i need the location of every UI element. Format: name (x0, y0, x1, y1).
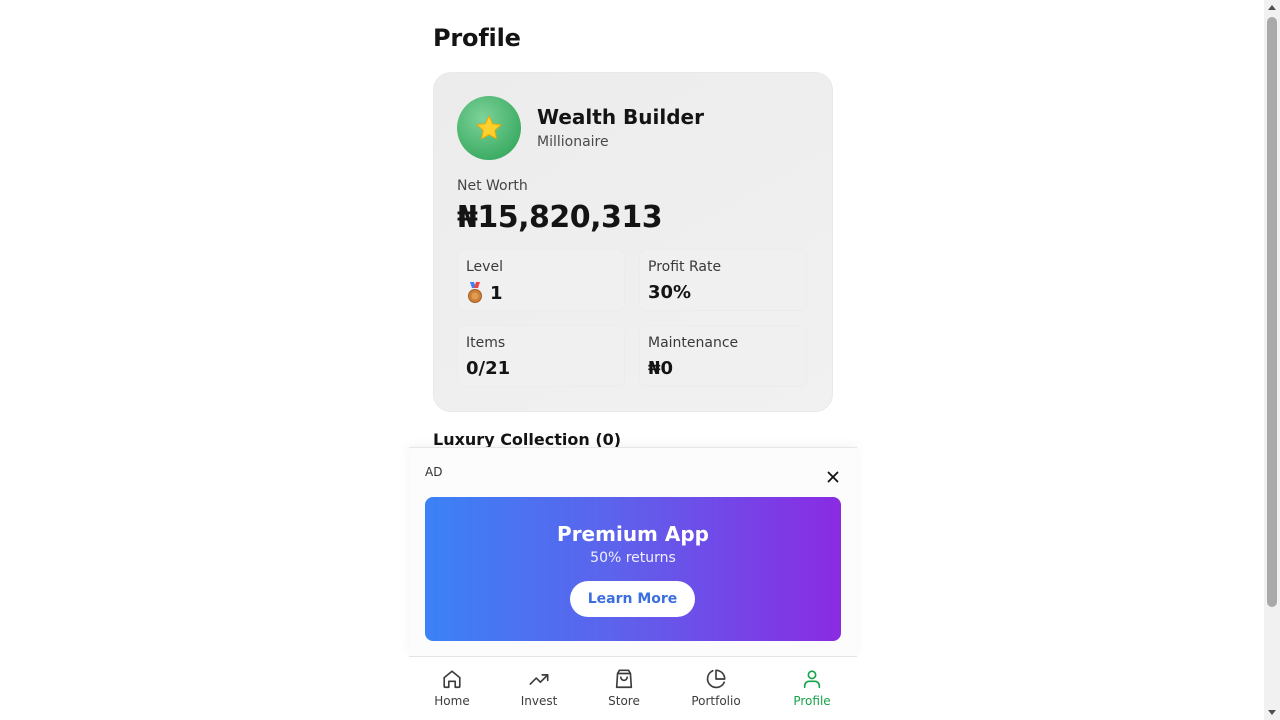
nav-label: Invest (520, 694, 558, 708)
stat-value: 30% (648, 282, 692, 303)
stat-value: ₦0 (648, 358, 674, 379)
page-scrollbar[interactable] (1264, 0, 1280, 720)
profile-card: Wealth Builder Millionaire Net Worth ₦15… (433, 72, 833, 412)
nav-item-portfolio[interactable]: Portfolio (686, 657, 746, 720)
stat-label: Level (466, 259, 503, 275)
pie-chart-icon (706, 669, 726, 689)
net-worth-value: ₦15,820,313 (457, 200, 663, 235)
learn-more-button[interactable]: Learn More (570, 581, 695, 617)
shopping-bag-icon (615, 669, 633, 689)
trending-up-icon (529, 674, 549, 685)
ad-tag: AD (425, 465, 443, 479)
level-value: 1 (490, 282, 503, 304)
stat-level: Level 1 (457, 249, 625, 311)
net-worth-label: Net Worth (457, 178, 528, 194)
nav-item-store[interactable]: Store (601, 657, 647, 720)
scroll-thumb[interactable] (1267, 17, 1277, 607)
stat-maintenance: Maintenance ₦0 (639, 325, 807, 387)
stat-items: Items 0/21 (457, 325, 625, 387)
app-viewport: Profile Wealth Builder Millionaire Net W… (0, 0, 1280, 720)
close-icon (827, 471, 839, 483)
stat-profit-rate: Profit Rate 30% (639, 249, 807, 311)
stat-label: Maintenance (648, 335, 739, 351)
stat-label: Profit Rate (648, 259, 722, 275)
bottom-nav: Home Invest Store Portfolio Profile (409, 656, 857, 720)
page-title: Profile (433, 24, 521, 52)
nav-item-home[interactable]: Home (427, 657, 477, 720)
user-rank: Millionaire (537, 134, 609, 150)
close-ad-button[interactable] (823, 467, 843, 487)
avatar (457, 96, 521, 160)
nav-label: Home (434, 694, 470, 708)
ad-banner[interactable]: Premium App 50% returns Learn More (425, 497, 841, 641)
nav-label: Portfolio (691, 694, 741, 708)
user-name: Wealth Builder (537, 105, 704, 129)
stat-label: Items (466, 335, 506, 351)
star-icon (476, 115, 502, 140)
nav-label: Profile (793, 694, 831, 708)
scroll-up-arrow-icon[interactable] (1268, 5, 1276, 10)
nav-item-profile[interactable]: Profile (787, 657, 837, 720)
ad-subtitle: 50% returns (590, 550, 676, 566)
ad-title: Premium App (557, 522, 709, 546)
stat-value: 1 (466, 282, 503, 304)
nav-label: Store (608, 694, 640, 708)
nav-item-invest[interactable]: Invest (515, 657, 563, 720)
ad-panel: AD Premium App 50% returns Learn More (409, 447, 857, 655)
bronze-medal-icon (468, 282, 482, 303)
home-icon (443, 670, 461, 689)
scroll-down-arrow-icon[interactable] (1268, 710, 1276, 715)
user-icon (803, 670, 821, 689)
stat-value: 0/21 (466, 358, 511, 379)
